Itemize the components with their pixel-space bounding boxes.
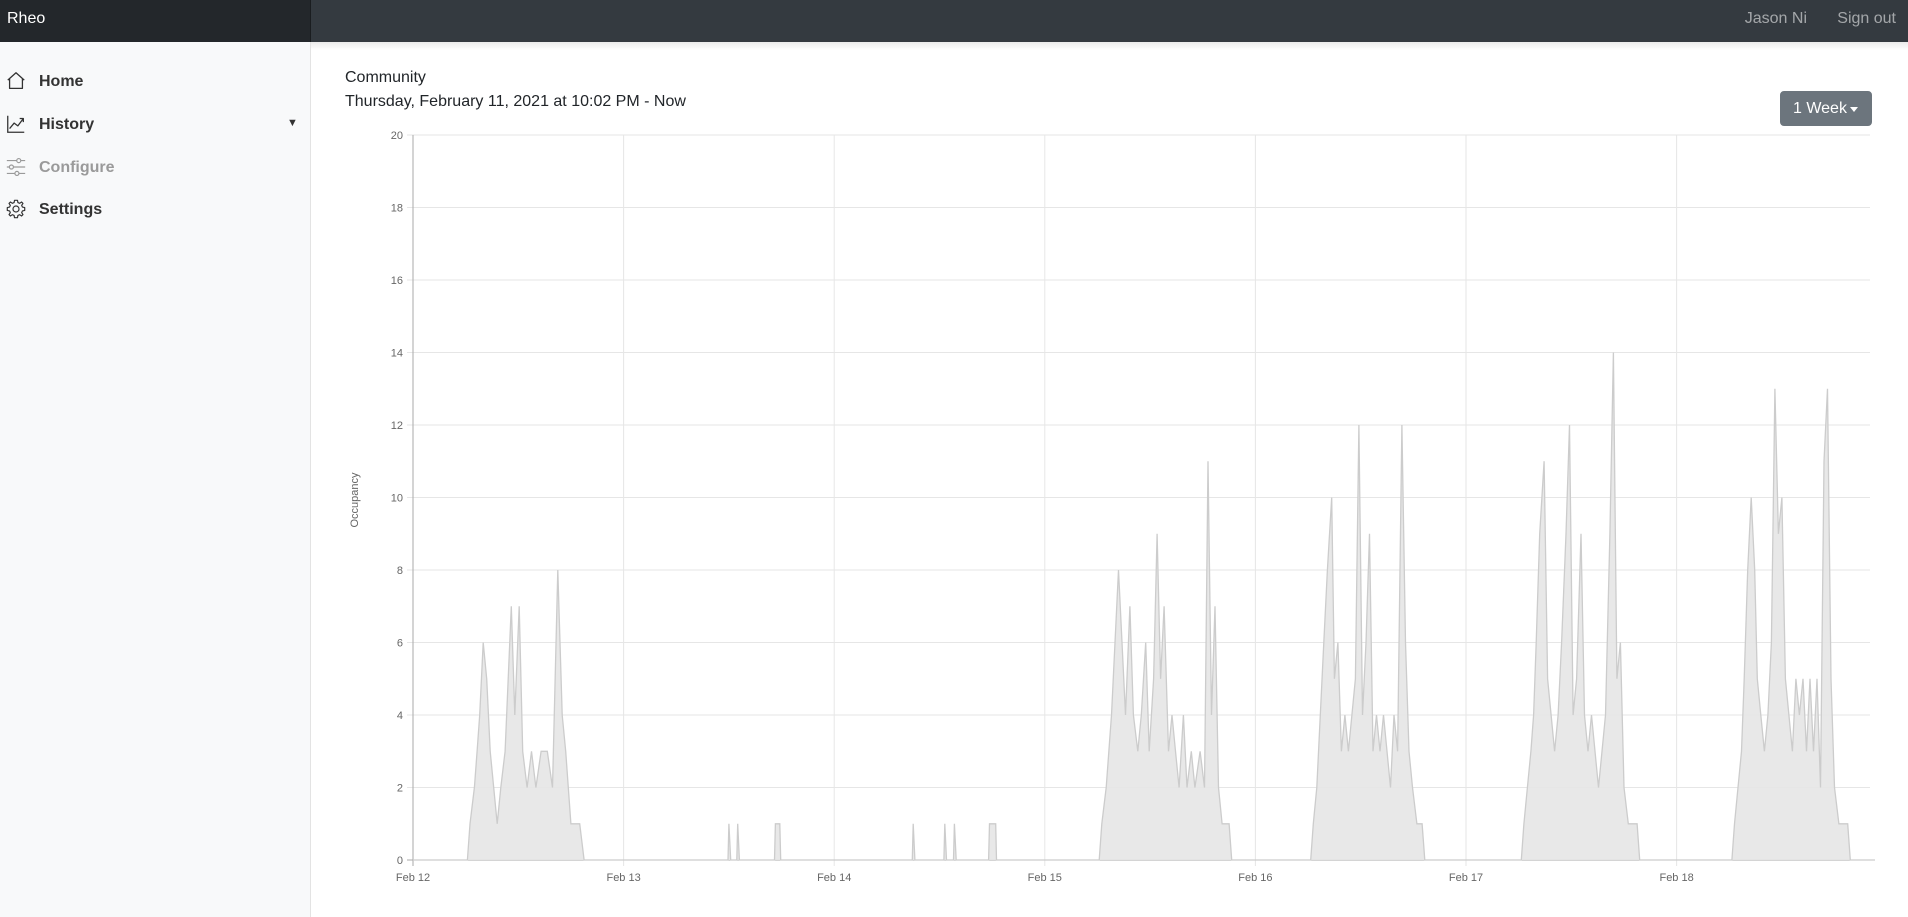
x-tick-label: Feb 15 bbox=[1028, 872, 1062, 884]
sidebar-item-home[interactable]: Home bbox=[0, 64, 311, 104]
y-tick-label: 8 bbox=[397, 565, 403, 577]
chart-area-series bbox=[413, 352, 1875, 861]
sidebar-item-configure: Configure bbox=[0, 150, 311, 190]
y-axis-ticks: 0 2 4 6 8 10 12 14 16 18 20 bbox=[391, 130, 403, 867]
time-range-label: 1 Week bbox=[1793, 99, 1847, 117]
caret-down-icon bbox=[1850, 107, 1858, 112]
y-axis-label: Occupancy bbox=[349, 472, 361, 528]
x-tick-label: Feb 13 bbox=[606, 872, 640, 884]
sidebar: Home History ▼ Configure Settings bbox=[0, 42, 311, 917]
chevron-down-icon[interactable]: ▼ bbox=[287, 117, 298, 129]
gear-icon bbox=[6, 199, 26, 219]
x-tick-label: Feb 17 bbox=[1449, 872, 1483, 884]
time-range-dropdown-button[interactable]: 1 Week bbox=[1780, 91, 1872, 126]
top-navbar: Rheo Jason Ni Sign out bbox=[0, 0, 1908, 42]
sidebar-item-history[interactable]: History ▼ bbox=[0, 107, 311, 147]
x-tick-label: Feb 18 bbox=[1659, 872, 1693, 884]
y-tick-label: 20 bbox=[391, 130, 403, 142]
x-tick-label: Feb 12 bbox=[396, 872, 430, 884]
chart-line-icon bbox=[7, 115, 25, 133]
x-tick-label: Feb 14 bbox=[817, 872, 851, 884]
x-tick-label: Feb 16 bbox=[1238, 872, 1272, 884]
y-tick-label: 6 bbox=[397, 638, 403, 650]
sidebar-item-label: Home bbox=[39, 73, 84, 90]
y-tick-label: 16 bbox=[391, 275, 403, 287]
sign-out-link[interactable]: Sign out bbox=[1837, 0, 1896, 38]
y-tick-label: 18 bbox=[391, 203, 403, 215]
occupancy-chart: 02468101214161820 Feb 12 Feb 13 Feb 14 Feb … bbox=[349, 130, 1875, 884]
sidebar-item-label: Settings bbox=[39, 201, 103, 218]
y-tick-label: 10 bbox=[391, 493, 403, 505]
home-icon bbox=[7, 72, 25, 89]
user-name-link[interactable]: Jason Ni bbox=[1745, 0, 1807, 38]
area-fill bbox=[413, 352, 1875, 860]
y-tick-label: 12 bbox=[391, 420, 403, 432]
sliders-icon bbox=[6, 157, 26, 177]
y-tick-label: 14 bbox=[391, 348, 403, 360]
page-title: Community bbox=[345, 69, 426, 86]
date-range-label: Thursday, February 11, 2021 at 10:02 PM … bbox=[345, 93, 686, 110]
y-tick-label: 2 bbox=[397, 783, 403, 795]
sidebar-item-settings[interactable]: Settings bbox=[0, 192, 311, 232]
x-axis-ticks: Feb 12 Feb 13 Feb 14 Feb 15 Feb 16 Feb 17 Feb … bbox=[396, 872, 1694, 884]
brand-logo[interactable]: Rheo bbox=[0, 0, 311, 42]
sidebar-item-label: Configure bbox=[39, 159, 115, 176]
sidebar-item-label: History bbox=[39, 116, 95, 133]
y-tick-label: 0 bbox=[397, 855, 403, 867]
y-tick-label: 4 bbox=[397, 710, 403, 722]
